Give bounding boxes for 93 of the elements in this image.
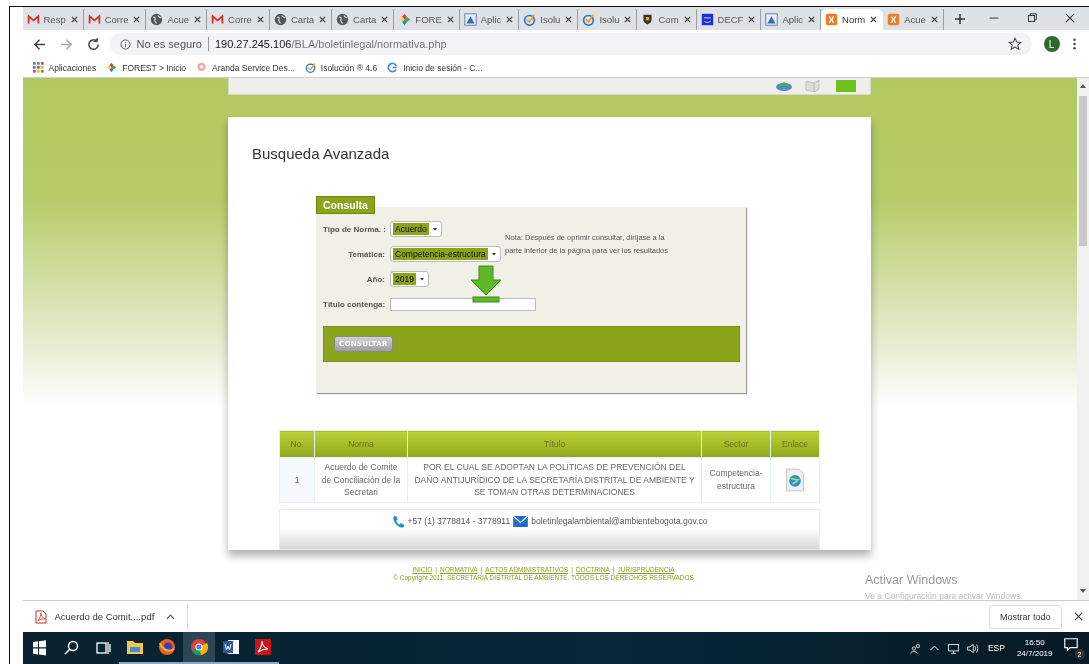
app-icon — [765, 13, 779, 26]
close-icon[interactable] — [505, 15, 515, 24]
close-icon[interactable] — [445, 15, 455, 24]
close-icon[interactable] — [1073, 612, 1083, 621]
diamond-icon — [106, 62, 118, 73]
envelope-icon — [513, 515, 529, 527]
menu-icon[interactable] — [1071, 37, 1077, 51]
globe-icon — [336, 13, 350, 26]
table-cell: Acuerdo de Comite de Conciliación de la Secretari — [314, 457, 408, 502]
envelope-icon — [211, 13, 225, 26]
close-icon[interactable] — [380, 15, 390, 24]
globe-icon — [273, 13, 287, 26]
close-icon[interactable] — [69, 15, 79, 24]
field-label: Temática: — [347, 249, 385, 259]
pdf-file-icon — [34, 609, 47, 624]
document-globe-icon[interactable] — [785, 467, 805, 492]
info-icon — [119, 38, 131, 50]
close-icon[interactable] — [807, 15, 816, 24]
column-header: Título — [407, 430, 702, 458]
check-circle-icon — [523, 13, 537, 26]
bookmark-item[interactable]: Aranda Service Des... — [196, 62, 295, 73]
globe-icon — [150, 13, 164, 26]
table-cell: 1 — [279, 457, 315, 502]
bookmark-item[interactable]: Aplicaciones — [32, 62, 97, 73]
close-icon[interactable] — [564, 15, 574, 24]
check-circle-icon — [304, 62, 316, 73]
caret-icon — [430, 225, 439, 233]
close-icon[interactable] — [318, 15, 328, 24]
down-arrow-icon — [470, 265, 502, 303]
email-address: boletinlegalambiental@ambientebogota.gov.co — [531, 516, 708, 526]
caret-icon — [417, 275, 426, 283]
clock[interactable]: 16:50 24/7/2019 — [1016, 637, 1053, 659]
g-logo-icon — [387, 62, 399, 73]
star-icon[interactable] — [1007, 37, 1022, 51]
bookmark-item[interactable]: Inicio de sesión - C... — [387, 62, 483, 73]
column-header: No. — [279, 430, 315, 458]
diamond-icon — [398, 13, 412, 26]
activation-title: Activar Windows — [865, 573, 959, 587]
profile-avatar[interactable]: L — [1043, 36, 1060, 52]
pdf-app-icon — [252, 637, 273, 657]
page-title: Busqueda Avanzada — [252, 145, 391, 162]
field-label: Título contenga: — [323, 299, 385, 309]
people-icon[interactable] — [908, 641, 922, 655]
close-icon[interactable] — [869, 15, 879, 24]
document-icon — [220, 637, 241, 657]
caret-icon — [489, 250, 498, 258]
phone-icon — [391, 514, 405, 528]
close-icon[interactable] — [682, 15, 692, 24]
shield-icon — [641, 13, 655, 26]
column-header: Enlace — [770, 430, 820, 458]
close-icon[interactable] — [255, 15, 265, 24]
app-icon — [887, 13, 901, 26]
table-cell: POR EL CUAL SE ADOPTAN LA POLÍTICAS DE PREVENCIÓN DEL DAÑO ANTIJURÍDICO DE LA SECRETARÍA DISTRITAL DE AMBIENTE Y SE TOMAN OTRAS DETERMINACIONES — [407, 457, 702, 502]
taskbar-app[interactable] — [182, 632, 215, 664]
bookmark-item[interactable]: FOREST > Inicio — [106, 62, 187, 73]
pin-icon — [196, 62, 208, 73]
download-item[interactable]: Acuerdo de Comit....pdf — [22, 603, 189, 630]
plus-icon[interactable] — [953, 13, 966, 25]
dropdown-field[interactable]: 2019 — [390, 271, 429, 287]
network-icon[interactable] — [946, 641, 960, 655]
check-circle-icon — [582, 13, 596, 26]
table-cell: Competencia-estructura — [701, 457, 771, 502]
section-tab-label: Consulta — [316, 196, 375, 214]
close-icon[interactable] — [929, 15, 939, 24]
reload-icon[interactable] — [85, 36, 101, 52]
app-icon — [825, 13, 838, 26]
apps-grid-icon — [32, 62, 44, 73]
browser-tab[interactable]: Norm — [821, 9, 884, 30]
text-field[interactable] — [390, 297, 536, 311]
app-icon — [700, 13, 714, 26]
close-icon[interactable] — [747, 15, 757, 24]
address-bar[interactable]: No es seguro 190.27.245.106/BLA/boletinlegal/normativa.php — [109, 33, 1032, 55]
field-label: Año: — [365, 274, 385, 284]
language-indicator[interactable]: ESP — [987, 643, 1005, 653]
field-label: Tipo de Norma. : — [323, 224, 385, 234]
bookmark-item[interactable]: Isolución ® 4.6 — [304, 62, 378, 73]
column-header: Norma — [314, 430, 408, 458]
volume-icon[interactable] — [965, 641, 979, 655]
browser-logo-icon — [188, 637, 209, 657]
chevron-up-icon[interactable] — [166, 613, 176, 620]
column-header: Sector — [701, 430, 771, 458]
close-icon[interactable] — [623, 15, 633, 24]
close-icon[interactable] — [132, 15, 142, 24]
fox-globe-icon — [156, 637, 177, 657]
speech-bubble-icon — [1062, 637, 1079, 653]
close-icon[interactable] — [193, 15, 203, 24]
phone-number: +57 (1) 3778814 - 3778911 — [407, 516, 511, 526]
show-all-button[interactable]: Mostrar todo — [988, 604, 1062, 629]
envelope-icon — [87, 13, 101, 26]
dropdown-field[interactable]: Competencia-estructura — [390, 246, 501, 262]
envelope-icon — [26, 13, 40, 26]
app-icon — [463, 13, 477, 26]
dropdown-field[interactable]: Acuerdo — [390, 221, 442, 237]
